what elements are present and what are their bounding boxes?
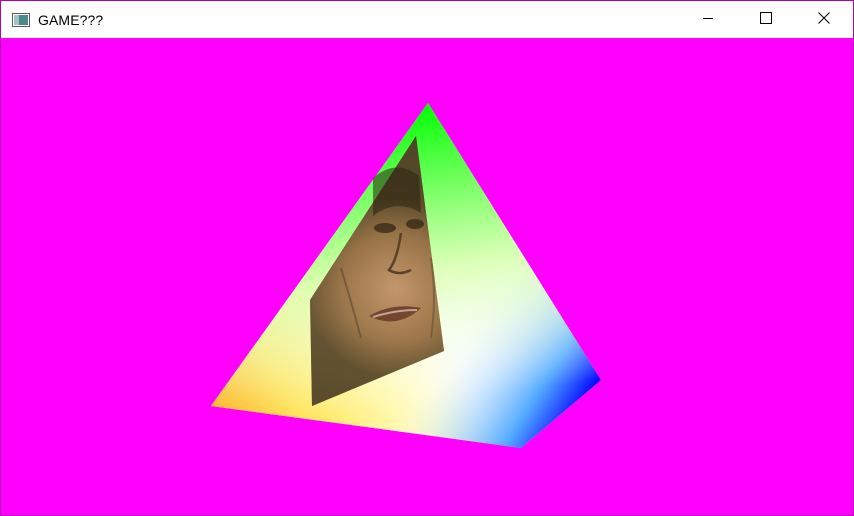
maximize-icon: [760, 11, 772, 29]
maximize-button[interactable]: [737, 1, 795, 38]
title-bar[interactable]: GAME???: [1, 1, 853, 38]
minimize-icon: [702, 11, 714, 29]
game-canvas[interactable]: [1, 38, 853, 515]
close-button[interactable]: [795, 1, 853, 38]
game-window: GAME???: [0, 0, 854, 516]
window-controls: [679, 1, 853, 38]
app-window-icon: [12, 12, 30, 27]
minimize-button[interactable]: [679, 1, 737, 38]
close-icon: [818, 11, 830, 29]
window-title: GAME???: [38, 11, 104, 28]
